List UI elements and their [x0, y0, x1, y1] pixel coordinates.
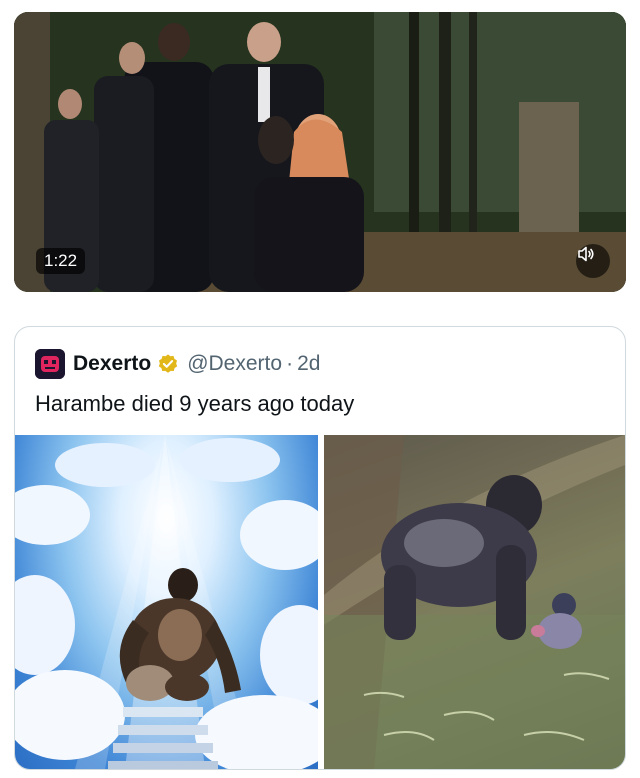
- video-player[interactable]: 1:22: [14, 12, 626, 292]
- media-image-enclosure[interactable]: [324, 435, 625, 769]
- mute-button[interactable]: [576, 244, 610, 278]
- video-frame: [14, 12, 626, 292]
- separator-dot: ·: [286, 352, 294, 375]
- verified-badge-icon: [157, 353, 179, 375]
- author-handle[interactable]: @Dexerto: [187, 352, 282, 376]
- dexerto-logo-icon: [35, 349, 65, 379]
- media-image-heaven[interactable]: [15, 435, 318, 769]
- quoted-tweet-header: Dexerto @Dexerto · 2d: [35, 347, 320, 381]
- video-duration: 1:22: [36, 248, 86, 274]
- quoted-tweet-text: Harambe died 9 years ago today: [35, 391, 355, 416]
- avatar[interactable]: [35, 349, 65, 379]
- author-name[interactable]: Dexerto: [73, 352, 151, 376]
- gorilla-heaven-image: [15, 435, 318, 769]
- quoted-tweet-card[interactable]: Dexerto @Dexerto · 2d Harambe died 9 yea…: [14, 326, 626, 770]
- post-timestamp[interactable]: 2d: [297, 352, 320, 376]
- gorilla-enclosure-image: [324, 435, 625, 769]
- post-view: 1:22 Dexerto @Dexerto · 2d Harambe died …: [0, 0, 640, 778]
